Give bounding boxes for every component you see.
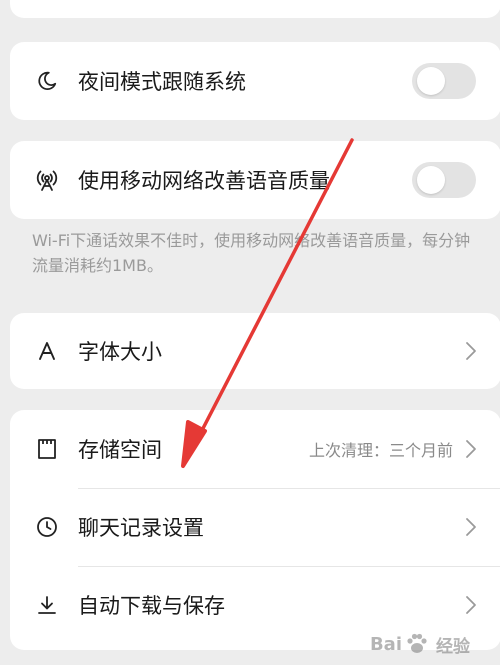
night-mode-row[interactable]: 夜间模式跟随系统: [10, 42, 500, 120]
night-mode-card: 夜间模式跟随系统: [10, 42, 500, 120]
mobile-network-label: 使用移动网络改善语音质量: [78, 169, 330, 193]
toggle-knob: [417, 166, 445, 194]
watermark-brand-right: 经验: [436, 636, 470, 657]
download-icon: [34, 592, 60, 618]
storage-last-cleaned: 上次清理：三个月前: [308, 441, 453, 460]
mobile-network-note: Wi-Fi下通话效果不佳时，使用移动网络改善语音质量，每分钟流量消耗约1MB。: [32, 231, 471, 275]
mobile-network-toggle[interactable]: [412, 162, 476, 198]
watermark-brand-left: Bai: [369, 633, 402, 655]
paw-icon: [407, 633, 427, 653]
baidu-watermark: Bai 经验: [370, 631, 470, 657]
night-mode-label: 夜间模式跟随系统: [78, 70, 246, 94]
toggle-knob: [417, 67, 445, 95]
font-a-icon: [34, 338, 60, 364]
chat-history-row[interactable]: 聊天记录设置: [10, 488, 500, 566]
moon-icon: [34, 68, 60, 94]
chevron-right-icon: [466, 440, 476, 458]
clock-icon: [34, 514, 60, 540]
storage-row[interactable]: 存储空间 上次清理：三个月前: [10, 410, 500, 488]
font-size-row[interactable]: 字体大小: [10, 313, 500, 389]
top-card-partial: [10, 0, 500, 18]
auto-download-label: 自动下载与保存: [78, 594, 225, 618]
font-size-card: 字体大小: [10, 313, 500, 389]
mobile-network-card: 使用移动网络改善语音质量: [10, 141, 500, 219]
chat-history-label: 聊天记录设置: [78, 516, 204, 540]
storage-card: 存储空间 上次清理：三个月前 聊天记录设置 自动下载与保存: [10, 410, 500, 650]
storage-icon: [34, 436, 60, 462]
chevron-right-icon: [466, 342, 476, 360]
chevron-right-icon: [466, 596, 476, 614]
antenna-icon: [34, 167, 60, 193]
mobile-network-row[interactable]: 使用移动网络改善语音质量: [10, 141, 500, 219]
storage-label: 存储空间: [78, 438, 162, 462]
night-mode-toggle[interactable]: [412, 63, 476, 99]
chevron-right-icon: [466, 518, 476, 536]
font-size-label: 字体大小: [78, 340, 162, 364]
